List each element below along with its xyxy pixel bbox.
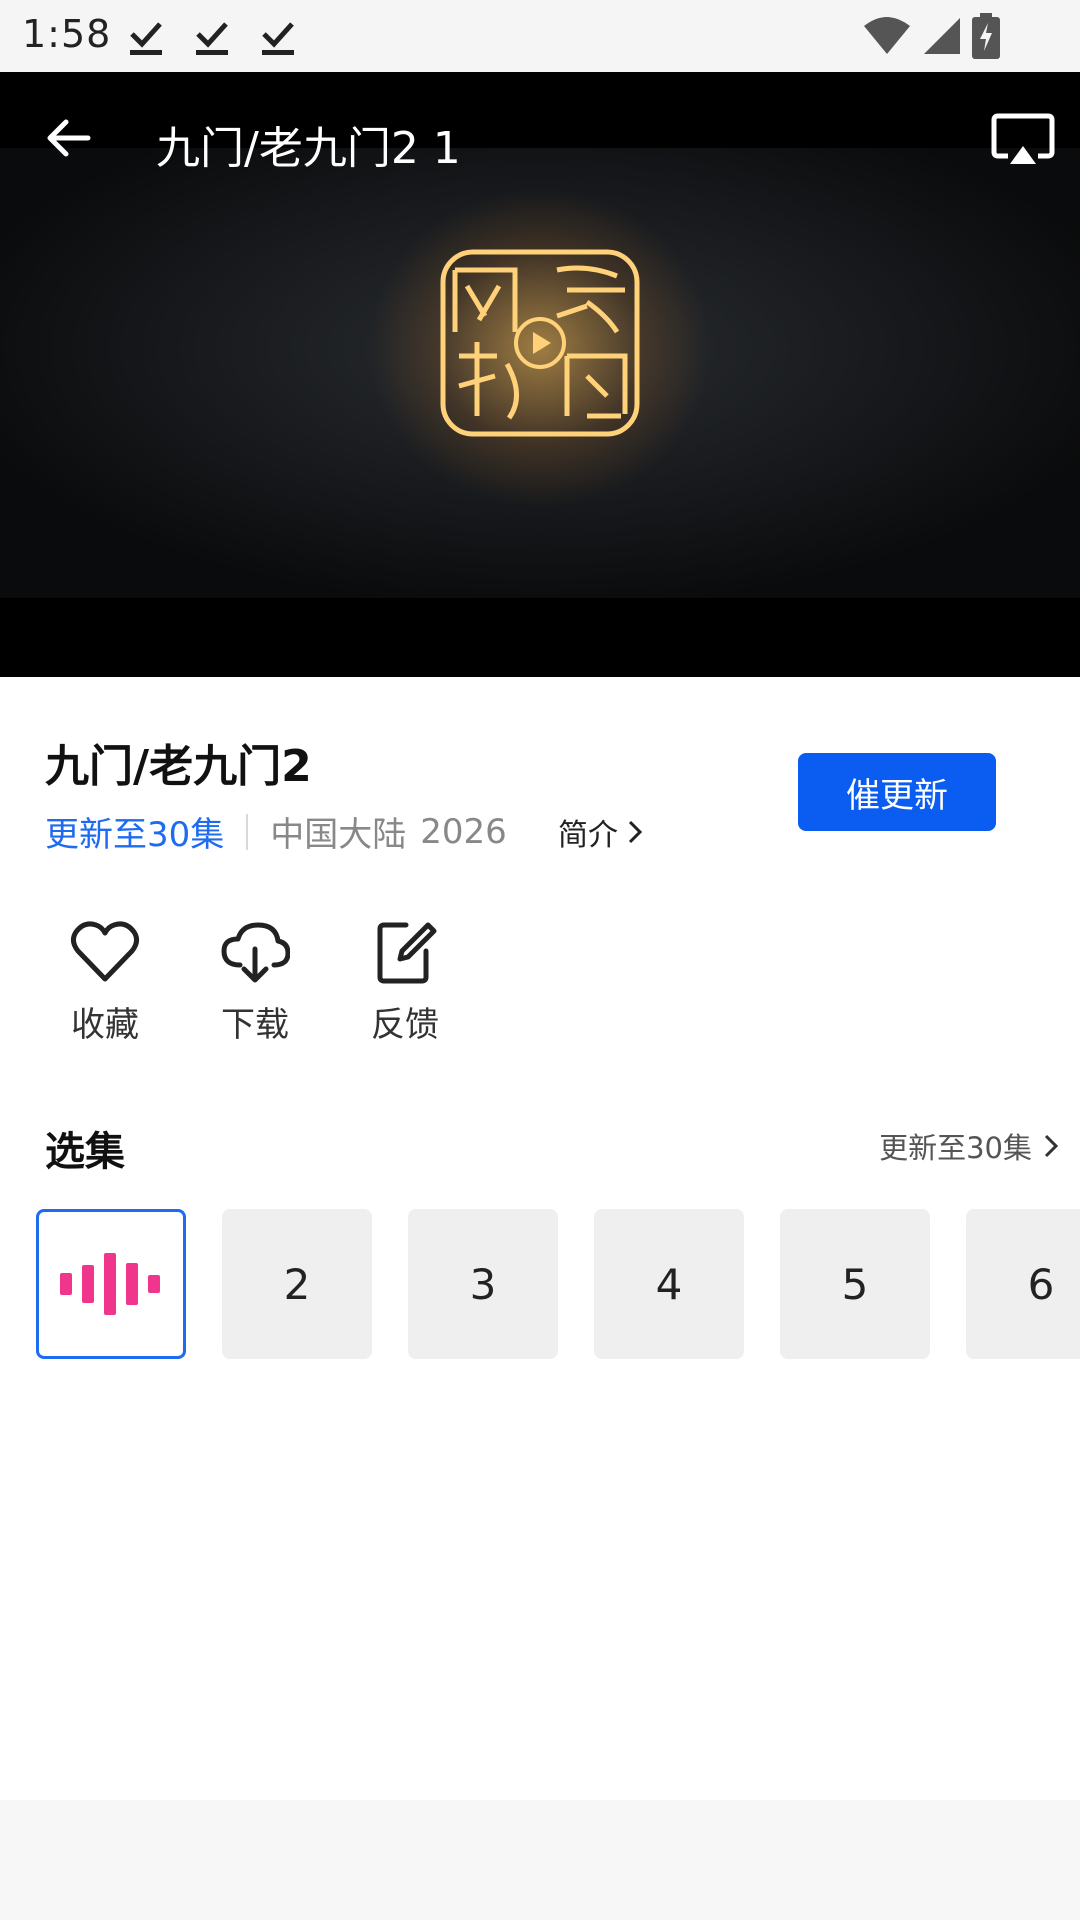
status-time: 1:58 — [22, 12, 112, 56]
episode-list: 2 3 4 5 6 — [36, 1209, 1080, 1359]
feedback-label: 反馈 — [371, 1005, 439, 1045]
airplay-icon[interactable] — [990, 112, 1056, 168]
episodes-more-label: 更新至30集 — [879, 1131, 1032, 1165]
info-section: 九门/老九门2 更新至30集 中国大陆 2026 简介 催更新 收藏 下载 反馈… — [0, 677, 1080, 1800]
update-status: 更新至30集 — [45, 815, 225, 855]
edit-note-icon — [377, 922, 437, 984]
episode-item[interactable]: 4 — [594, 1209, 744, 1359]
favorite-button[interactable]: 收藏 — [30, 921, 180, 1046]
episode-item-playing[interactable] — [36, 1209, 186, 1359]
episode-item[interactable]: 3 — [408, 1209, 558, 1359]
chevron-right-icon — [628, 820, 643, 844]
download-done-icon — [196, 22, 228, 55]
intro-link[interactable]: 简介 — [558, 810, 644, 854]
signal-icon — [924, 18, 960, 54]
bottom-area — [0, 1800, 1080, 1920]
urge-update-button[interactable]: 催更新 — [798, 753, 996, 831]
region-label: 中国大陆 — [270, 815, 407, 855]
download-done-icon — [130, 22, 162, 55]
playing-equalizer-icon — [60, 1253, 160, 1315]
episode-item[interactable]: 5 — [780, 1209, 930, 1359]
favorite-label: 收藏 — [71, 1005, 139, 1045]
back-arrow-icon[interactable] — [42, 112, 94, 164]
episodes-more-link[interactable]: 更新至30集 — [879, 1125, 1060, 1167]
download-done-icon — [262, 22, 294, 55]
episode-item[interactable]: 6 — [966, 1209, 1080, 1359]
year-label: 2026 — [420, 811, 507, 852]
intro-label: 简介 — [558, 818, 618, 853]
seal-logo-icon — [440, 249, 640, 437]
show-meta: 更新至30集 中国大陆 2026 — [45, 807, 507, 856]
download-button[interactable]: 下载 — [180, 921, 330, 1046]
cloud-download-icon — [221, 922, 290, 983]
wifi-icon — [864, 17, 910, 54]
chevron-right-icon — [1044, 1134, 1059, 1158]
action-row: 收藏 下载 反馈 — [30, 921, 480, 1046]
player-top-bar: 九门/老九门2 1 — [0, 72, 1080, 202]
meta-divider — [246, 813, 249, 850]
heart-icon — [70, 921, 140, 982]
video-player[interactable]: 九门/老九门2 1 — [0, 72, 1080, 677]
download-label: 下载 — [221, 1005, 289, 1045]
show-title: 九门/老九门2 — [45, 741, 312, 792]
episode-item[interactable]: 2 — [222, 1209, 372, 1359]
episodes-title: 选集 — [45, 1129, 125, 1175]
status-icons — [862, 12, 1000, 60]
battery-charging-icon — [972, 13, 1000, 59]
player-title: 九门/老九门2 1 — [156, 123, 461, 174]
status-bar: 1:58 — [0, 0, 1080, 72]
feedback-button[interactable]: 反馈 — [330, 921, 480, 1046]
